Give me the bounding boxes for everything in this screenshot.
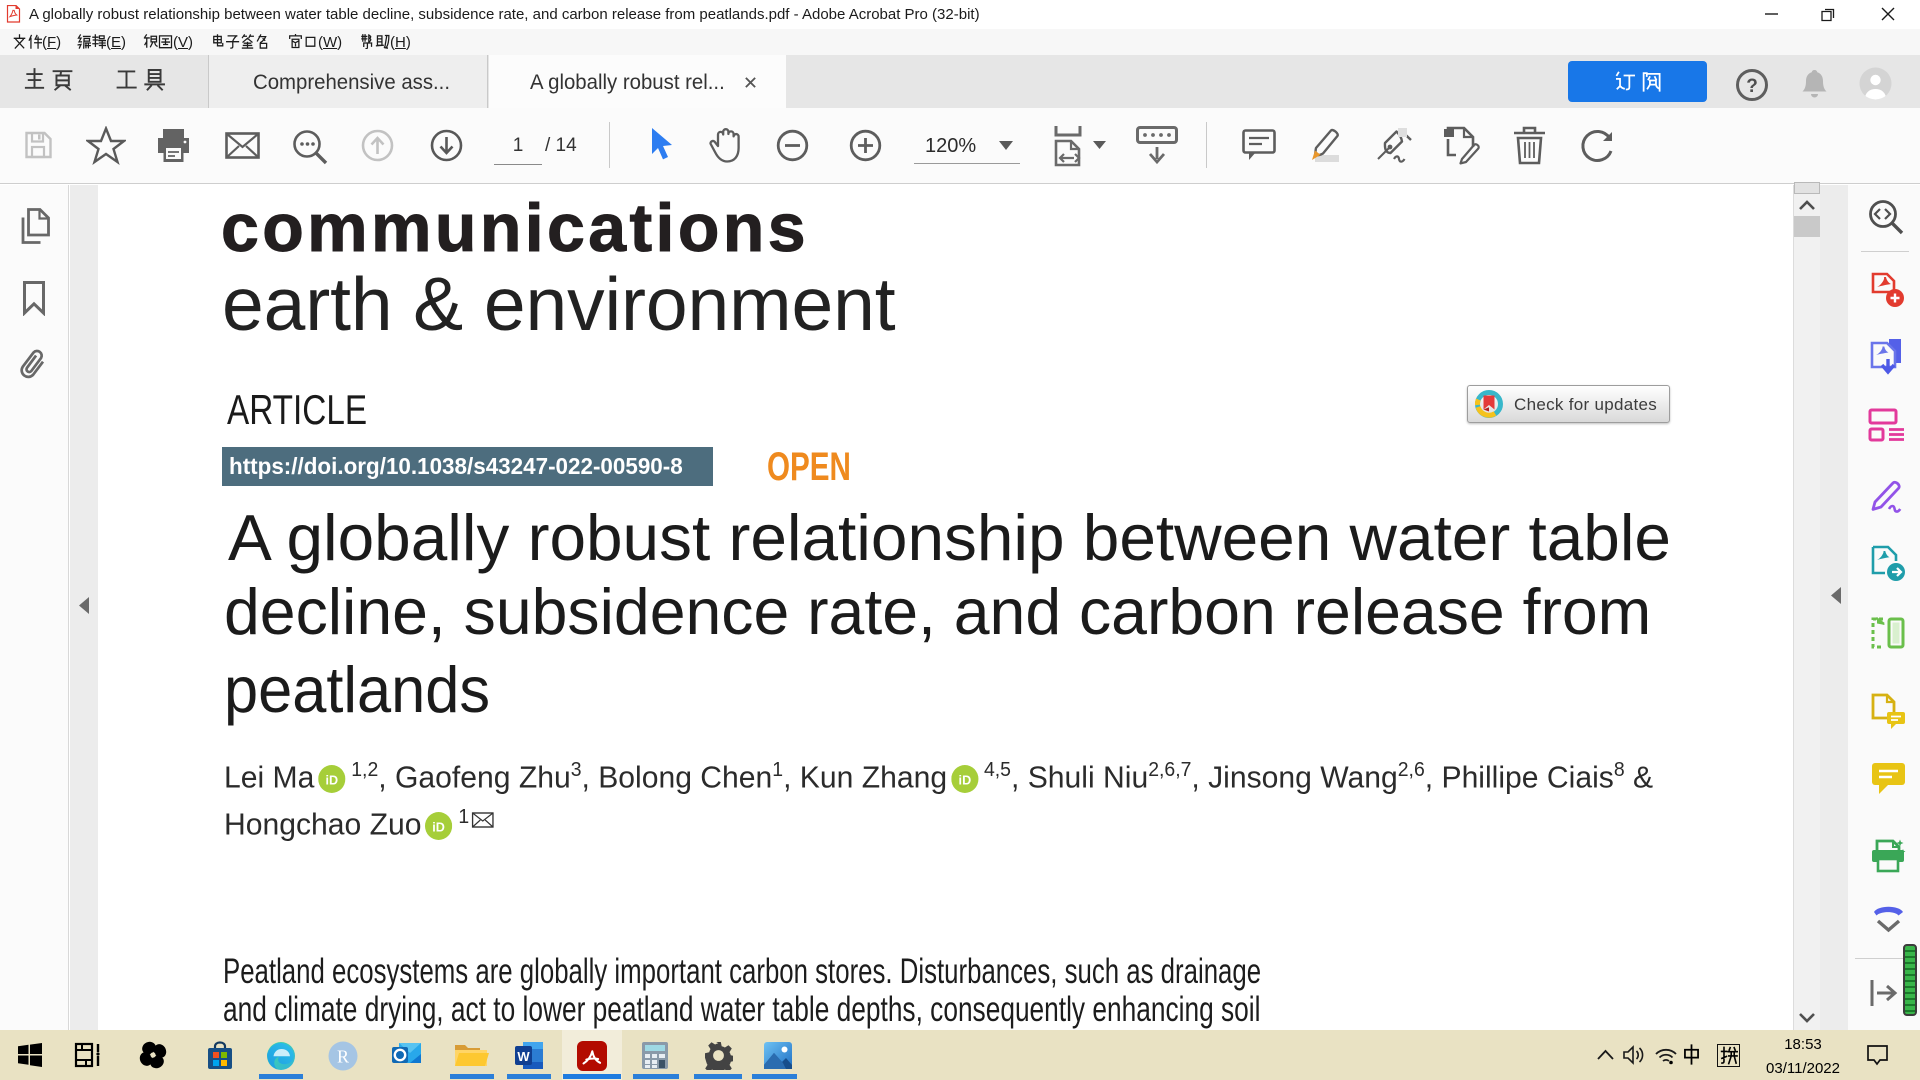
svg-text:iD: iD bbox=[958, 773, 971, 788]
svg-text:?: ? bbox=[1746, 76, 1758, 97]
svg-text:W: W bbox=[517, 1049, 530, 1064]
svg-text:iD: iD bbox=[433, 820, 446, 835]
svg-text:iD: iD bbox=[326, 773, 339, 788]
svg-text:R: R bbox=[337, 1047, 349, 1067]
